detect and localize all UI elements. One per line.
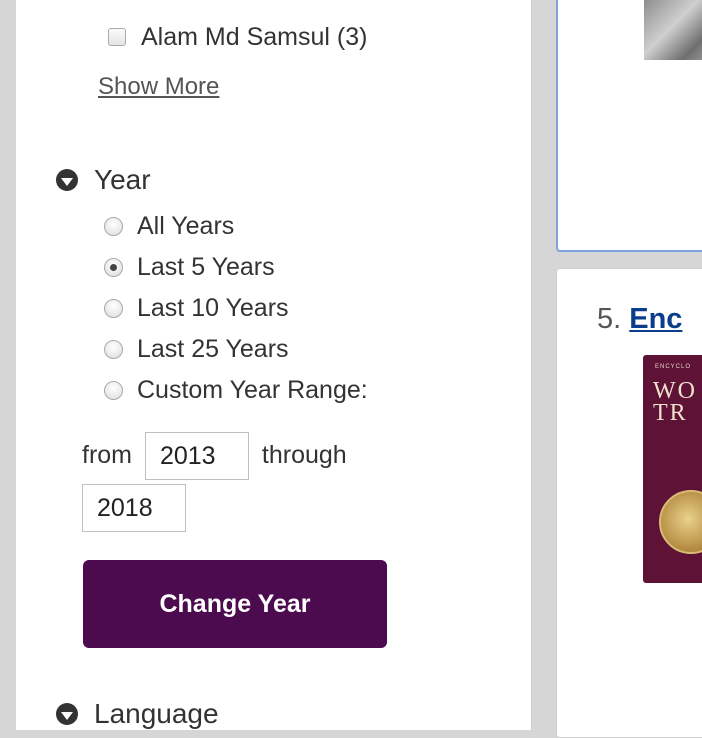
custom-year-range: from 2013 through 2018 xyxy=(82,429,412,533)
show-more-link[interactable]: Show More xyxy=(98,73,219,101)
year-option-label: All Years xyxy=(137,212,235,240)
year-options: All Years Last 5 Years Last 10 Years Las… xyxy=(104,206,368,411)
through-label: through xyxy=(261,441,347,469)
cover-title-text: WO TR xyxy=(653,378,697,426)
year-option-label: Custom Year Range: xyxy=(137,376,368,404)
filter-sidebar: Alam Md Samsul (3) Show More Year All Ye… xyxy=(16,0,532,730)
result-card-4 xyxy=(556,0,702,252)
through-year-input[interactable]: 2018 xyxy=(82,484,186,533)
author-checkbox[interactable] xyxy=(108,28,126,46)
collapse-chevron-icon[interactable] xyxy=(56,703,78,725)
year-option-last5[interactable]: Last 5 Years xyxy=(104,247,368,288)
year-facet-title: Year xyxy=(94,164,151,195)
radio-button[interactable] xyxy=(104,217,123,236)
result-thumbnail[interactable] xyxy=(644,0,702,60)
from-year-input[interactable]: 2013 xyxy=(144,432,249,481)
radio-button-selected[interactable] xyxy=(104,258,123,277)
year-option-custom[interactable]: Custom Year Range: xyxy=(104,370,368,411)
year-option-label: Last 5 Years xyxy=(137,253,275,281)
language-facet-heading[interactable]: Language xyxy=(56,698,219,730)
year-option-label: Last 25 Years xyxy=(137,335,289,363)
cover-small-text: ENCYCLO xyxy=(655,364,692,370)
year-facet-heading[interactable]: Year xyxy=(56,164,151,196)
year-option-label: Last 10 Years xyxy=(137,294,289,322)
from-label: from xyxy=(82,441,132,469)
language-facet-title: Language xyxy=(94,698,219,729)
result-heading: 5. Enc xyxy=(597,303,682,336)
radio-button[interactable] xyxy=(104,299,123,318)
year-option-last10[interactable]: Last 10 Years xyxy=(104,288,368,329)
globe-icon xyxy=(659,490,702,554)
author-filter-row[interactable]: Alam Md Samsul (3) xyxy=(108,22,367,52)
result-card-5: 5. Enc ENCYCLO WO TR xyxy=(556,268,702,738)
radio-button[interactable] xyxy=(104,340,123,359)
year-option-last25[interactable]: Last 25 Years xyxy=(104,329,368,370)
change-year-button[interactable]: Change Year xyxy=(83,560,387,648)
book-cover-thumbnail[interactable]: ENCYCLO WO TR xyxy=(643,355,702,583)
result-title-link[interactable]: Enc xyxy=(629,303,682,335)
collapse-chevron-icon[interactable] xyxy=(56,169,78,191)
year-option-all[interactable]: All Years xyxy=(104,206,368,247)
result-number: 5. xyxy=(597,303,622,335)
radio-button[interactable] xyxy=(104,381,123,400)
author-checkbox-label: Alam Md Samsul (3) xyxy=(141,22,368,51)
